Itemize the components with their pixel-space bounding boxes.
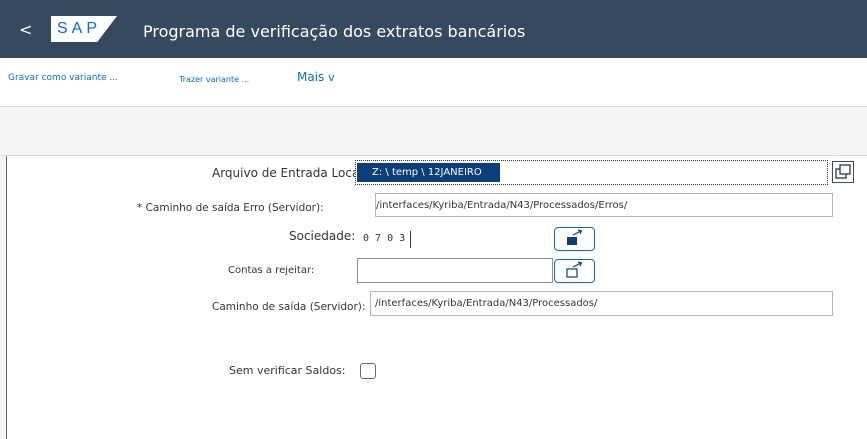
multiple-selection-icon	[566, 261, 583, 278]
reject-accounts-field[interactable]	[357, 258, 553, 283]
skip-balances-label: Sem verificar Saldos:	[229, 364, 346, 377]
output-path-field[interactable]: /interfaces/Kyriba/Entrada/N43/Processad…	[370, 291, 833, 316]
company-field[interactable]: 0 7 0 3	[357, 227, 411, 251]
sap-logo: SAP	[51, 16, 117, 42]
company-label: Sociedade:	[289, 229, 356, 243]
shell-bar: < SAP Programa de verificação dos extrat…	[0, 0, 867, 58]
more-label: Mais	[297, 70, 325, 84]
more-menu-button[interactable]: Mais v	[297, 70, 335, 84]
sap-logo-text: SAP	[56, 20, 101, 37]
reject-accounts-multiple-selection-button[interactable]	[554, 259, 595, 283]
text-cursor	[410, 231, 411, 248]
header-band	[0, 107, 867, 156]
output-path-label: Caminho de saída (Servidor):	[212, 301, 366, 313]
file-browse-button[interactable]	[832, 161, 854, 183]
company-multiple-selection-button[interactable]	[554, 227, 595, 251]
multiple-selection-filled-icon	[567, 229, 583, 245]
chevron-down-icon: v	[328, 71, 335, 84]
input-file-label: Arquivo de Entrada Local:	[212, 166, 367, 180]
error-path-field[interactable]: /interfaces/Kyriba/Entrada/N43/Processad…	[375, 193, 833, 217]
input-file-field[interactable]: Z: \ temp \ 12JANEIRO	[355, 160, 828, 185]
back-button[interactable]: <	[19, 22, 32, 38]
toolbar: Gravar como variante ... Trazer variante…	[0, 58, 867, 107]
skip-balances-checkbox[interactable]	[360, 363, 376, 379]
error-path-label: * Caminho de saída Erro (Servidor):	[137, 202, 324, 214]
input-file-value: Z: \ temp \ 12JANEIRO	[357, 163, 512, 182]
get-variant-button[interactable]: Trazer variante ...	[179, 75, 249, 84]
error-path-value: /interfaces/Kyriba/Entrada/N43/Processad…	[376, 200, 628, 211]
company-value: 0 7 0 3	[363, 233, 406, 244]
value-help-icon	[835, 164, 851, 179]
save-as-variant-button[interactable]: Gravar como variante ...	[8, 73, 118, 83]
app-title: Programa de verificação dos extratos ban…	[143, 22, 526, 41]
reject-accounts-label: Contas a rejeitar:	[228, 265, 315, 276]
output-path-value: /interfaces/Kyriba/Entrada/N43/Processad…	[375, 298, 598, 309]
